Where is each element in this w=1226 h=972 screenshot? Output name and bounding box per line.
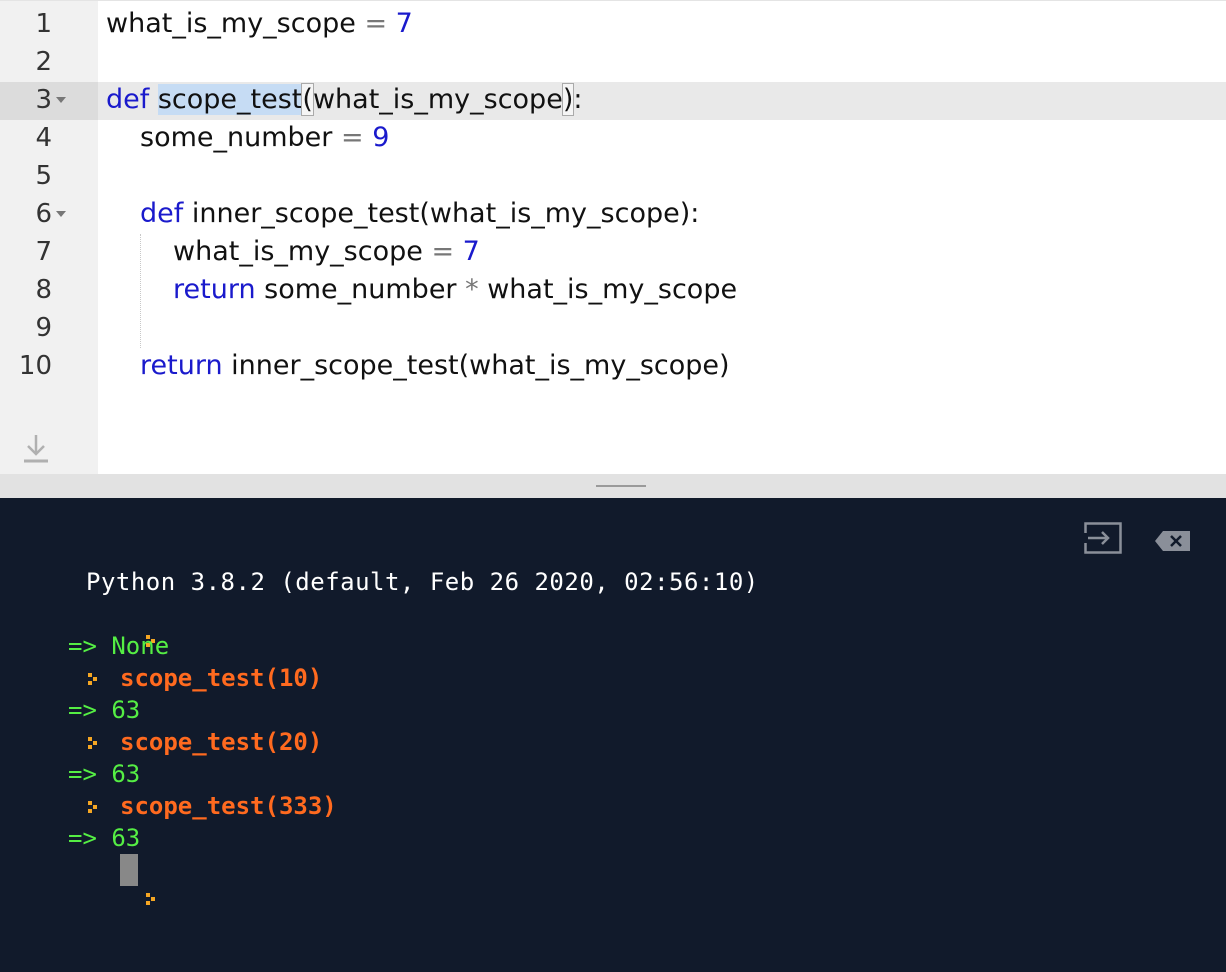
fold-arrow-icon[interactable] [56,211,66,217]
code-token: what_is_my_scope [487,274,738,305]
output-arrow: => [68,632,97,660]
code-token: 7 [462,236,480,267]
output-arrow: => [68,696,97,724]
code-token: what_is_my_scope [106,8,356,39]
code-token: some_number [140,122,333,153]
console-input: scope_test(333) [86,792,337,824]
console-prompt-line [86,598,178,647]
line-number-text: 7 [35,237,52,267]
code-token: * [465,274,479,305]
code-token: what_is_my_scope [173,236,423,267]
line-number: 2 [0,44,98,82]
prompt-icon [144,891,158,907]
code-token: def [140,198,184,229]
line-number-text: 9 [35,313,52,343]
run-icon[interactable] [1084,522,1122,554]
line-number: 1 [0,6,98,44]
code-token: = [364,8,388,39]
line-number: 6 [0,196,98,234]
code-token: 9 [372,122,390,153]
code-token: inner_scope_test(what_is_my_scope) [231,350,730,381]
download-icon[interactable] [22,433,50,467]
line-number-text: 3 [35,85,52,115]
code-line: return some_number * what_is_my_scope [98,272,1226,310]
code-line: return inner_scope_test(what_is_my_scope… [98,348,1226,386]
console-output: => 63 [68,824,140,856]
code-token: return [173,274,256,305]
code-token: = [340,122,364,153]
code-area[interactable]: what_is_my_scope = 7 def scope_test(what… [98,1,1226,475]
console-output: => 63 [68,696,140,728]
splitter-handle[interactable] [596,485,646,487]
line-number-text: 6 [35,199,52,229]
fold-arrow-icon[interactable] [56,97,66,103]
code-token: return [140,350,223,381]
console-banner: Python 3.8.2 (default, Feb 26 2020, 02:5… [86,568,759,596]
input-command: scope_test(333) [120,792,337,820]
line-number-active: 3 [0,82,98,120]
code-line-active: def scope_test(what_is_my_scope): [98,82,1226,120]
console-cursor[interactable] [120,854,138,886]
python-console[interactable]: Python 3.8.2 (default, Feb 26 2020, 02:5… [0,498,1226,972]
matched-bracket: ( [301,83,314,116]
code-token: def [106,84,150,115]
code-line: what_is_my_scope = 7 [98,234,1226,272]
line-number: 7 [0,234,98,272]
output-arrow: => [68,760,97,788]
input-command: scope_test(10) [120,664,323,692]
output-value: 63 [111,696,141,724]
line-number-text: 2 [35,47,52,77]
code-token: inner_scope_test(what_is_my_scope): [191,198,700,229]
line-number: 4 [0,120,98,158]
output-value: 63 [111,824,141,852]
selected-function-name: scope_test [157,84,303,115]
console-input: scope_test(20) [86,728,322,760]
line-number-text: 10 [18,351,52,381]
console-input: scope_test(10) [86,664,322,696]
line-number: 5 [0,158,98,196]
clear-icon[interactable] [1154,530,1192,552]
code-line: def inner_scope_test(what_is_my_scope): [98,196,1226,234]
code-editor[interactable]: 1 2 3 4 5 6 7 8 9 10 what_is_my_scope = … [0,0,1226,475]
code-token: : [573,84,583,115]
input-command: scope_test(20) [120,728,323,756]
code-token: some_number [264,274,457,305]
code-line: some_number = 9 [98,120,1226,158]
line-number-text: 1 [35,9,52,39]
code-token: 7 [395,8,413,39]
code-token: what_is_my_scope [312,84,563,115]
line-number-text: 4 [35,123,52,153]
code-token: = [431,236,455,267]
line-number-text: 5 [35,161,52,191]
line-number: 10 [0,348,98,386]
line-number-gutter: 1 2 3 4 5 6 7 8 9 10 [0,1,98,475]
line-number-text: 8 [35,275,52,305]
console-output: => 63 [68,760,140,792]
prompt-icon [86,735,100,751]
prompt-icon [86,671,100,687]
line-number: 9 [0,310,98,348]
prompt-icon [86,799,100,815]
output-arrow: => [68,824,97,852]
code-line: what_is_my_scope = 7 [98,6,1226,44]
output-value: None [111,632,170,660]
output-value: 63 [111,760,141,788]
indent-guide [140,234,141,348]
line-number: 8 [0,272,98,310]
console-output: => None [68,632,169,664]
matched-bracket: ) [561,83,575,116]
pane-splitter[interactable] [0,474,1226,498]
